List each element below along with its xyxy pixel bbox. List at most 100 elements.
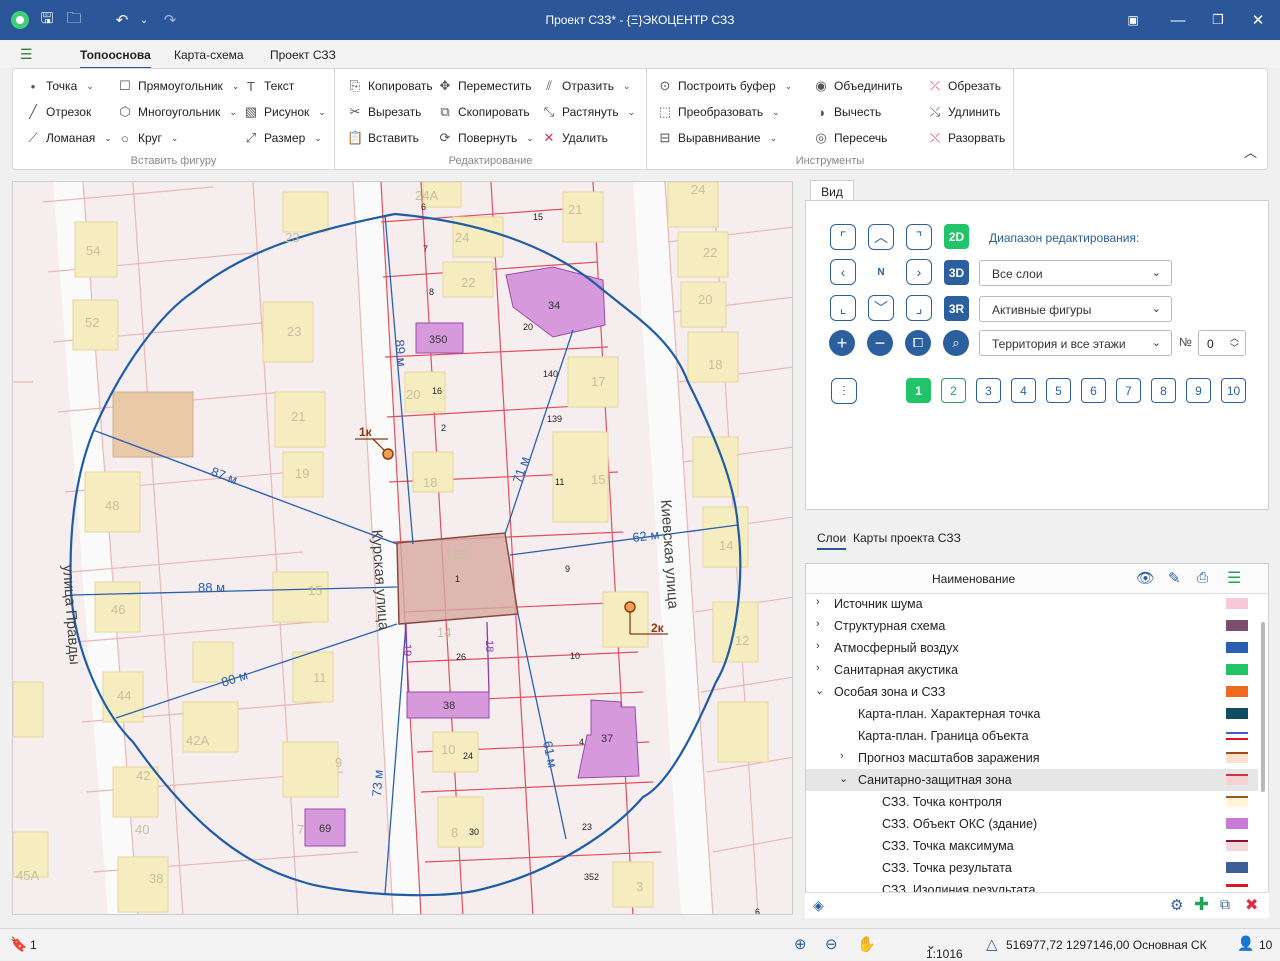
picture-button[interactable]: ▧ Рисунок ⌄	[243, 102, 326, 122]
rotate-bottom-left-button[interactable]: ⌞	[830, 295, 856, 321]
hand-pan-icon[interactable]: ✋	[857, 935, 876, 953]
layer-row[interactable]: Карта-план. Характерная точка	[806, 703, 1258, 725]
layer-row[interactable]: › Атмосферный воздух	[806, 637, 1258, 659]
page-6-button[interactable]: 6	[1081, 378, 1106, 403]
cut-button[interactable]: ✂ Вырезать	[347, 102, 422, 122]
chevron-down-icon[interactable]: ⌄	[815, 684, 824, 697]
page-2-button[interactable]: 2	[941, 378, 966, 403]
search-button[interactable]: ⌕	[943, 330, 969, 356]
rotate-bottom-right-button[interactable]: ⌟	[906, 295, 932, 321]
polyline-button[interactable]: ⟋ Ломаная ⌄	[25, 128, 111, 148]
territory-select[interactable]: Территория и все этажи ⌄	[979, 330, 1172, 356]
layer-row[interactable]: СЗЗ. Точка максимума	[806, 835, 1258, 857]
tab-project-maps[interactable]: Карты проекта СЗЗ	[853, 531, 961, 545]
window-menu-icon[interactable]: ▣	[1121, 8, 1145, 32]
delete-button[interactable]: ✕ Удалить	[541, 128, 608, 148]
chevron-right-icon[interactable]: ›	[816, 596, 820, 608]
rotate-button[interactable]: ⟳ Повернуть ⌄	[437, 128, 534, 148]
polygon-button[interactable]: ⬡ Многоугольник ⌄	[117, 102, 237, 122]
users-icon[interactable]: 👤	[1237, 935, 1254, 952]
layer-row[interactable]: › Источник шума	[806, 593, 1258, 615]
layer-row[interactable]: СЗЗ. Объект ОКС (здание)	[806, 813, 1258, 835]
restore-icon[interactable]: ❐	[1206, 8, 1230, 32]
move-button[interactable]: ✥ Переместить	[437, 76, 532, 96]
copy-button[interactable]: ⎘ Копировать	[347, 76, 433, 96]
paste-button[interactable]: 📋 Вставить	[347, 128, 419, 148]
minimize-icon[interactable]: —	[1166, 8, 1190, 32]
transform-button[interactable]: ⬚ Преобразовать ⌄	[657, 102, 780, 122]
page-4-button[interactable]: 4	[1011, 378, 1036, 403]
text-button[interactable]: T Текст	[243, 76, 294, 96]
tab-proekt-szz[interactable]: Проект СЗЗ	[270, 48, 336, 62]
layer-row[interactable]: СЗЗ. Точка контроля	[806, 791, 1258, 813]
pan-right-button[interactable]: ›	[906, 259, 932, 285]
tab-karta-shema[interactable]: Карта-схема	[174, 48, 244, 62]
pan-down-button[interactable]: ﹀	[868, 295, 894, 321]
pan-left-button[interactable]: ‹	[830, 259, 856, 285]
dimension-button[interactable]: ⤢ Размер ⌄	[243, 128, 322, 148]
page-1-button[interactable]: 1	[906, 378, 931, 403]
bookmark-icon[interactable]: 🔖	[10, 936, 27, 953]
stretch-button[interactable]: ⤡ Растянуть ⌄	[541, 102, 635, 122]
break-button[interactable]: ⤬ Разорвать	[927, 128, 1005, 148]
map-canvas[interactable]: 24А 6 15 21 24 24 7 54 23 22 22 8 34 20 …	[12, 181, 793, 915]
subtract-button[interactable]: ◑ Вычесть	[813, 102, 881, 122]
tab-view[interactable]: Вид	[810, 180, 854, 202]
layer-row[interactable]: ⌄ Особая зона и СЗЗ	[806, 681, 1258, 703]
eye-icon[interactable]: 👁	[1136, 569, 1155, 587]
equalizer-settings-button[interactable]: ⫶	[831, 378, 857, 404]
close-icon[interactable]: ✕	[1246, 8, 1270, 32]
layers-scope-select[interactable]: Все слои ⌄	[979, 260, 1172, 286]
point-button[interactable]: • Точка ⌄	[25, 76, 94, 96]
chevron-right-icon[interactable]: ›	[816, 662, 820, 674]
mode-3r-button[interactable]: 3R	[944, 296, 969, 321]
mode-2d-button[interactable]: 2D	[944, 224, 969, 249]
intersect-button[interactable]: ◎ Пересечь	[813, 128, 887, 148]
segment-button[interactable]: ╱ Отрезок	[25, 102, 91, 122]
collapse-ribbon-icon[interactable]: ︿	[1244, 142, 1257, 161]
tab-layers[interactable]: Слои	[817, 531, 847, 550]
chevron-right-icon[interactable]: ›	[816, 640, 820, 652]
circle-button[interactable]: ○ Круг ⌄	[117, 128, 178, 148]
add-layer-icon[interactable]: ✚	[1194, 894, 1209, 915]
zoom-in-icon[interactable]: ⊕	[794, 935, 807, 953]
rotate-top-right-button[interactable]: ⌝	[906, 224, 932, 250]
chevron-right-icon[interactable]: ›	[816, 618, 820, 630]
copy-layer-icon[interactable]: ⧉	[1220, 896, 1230, 913]
mirror-button[interactable]: ⫽ Отразить ⌄	[541, 76, 630, 96]
page-5-button[interactable]: 5	[1046, 378, 1071, 403]
union-button[interactable]: ◉ Объединить	[813, 76, 902, 96]
page-9-button[interactable]: 9	[1186, 378, 1211, 403]
page-3-button[interactable]: 3	[976, 378, 1001, 403]
fit-view-button[interactable]: ⧠	[905, 330, 931, 356]
mode-3d-button[interactable]: 3D	[944, 260, 969, 285]
build-buffer-button[interactable]: ⊙ Построить буфер ⌄	[657, 76, 793, 96]
map-svg[interactable]: 24А 6 15 21 24 24 7 54 23 22 22 8 34 20 …	[13, 182, 793, 915]
layer-row[interactable]: СЗЗ. Точка результата	[806, 857, 1258, 879]
zoom-in-button[interactable]: +	[829, 330, 855, 356]
align-button[interactable]: ⊟ Выравнивание ⌄	[657, 128, 778, 148]
printer-icon[interactable]: ⎙	[1197, 569, 1208, 586]
chevron-down-icon[interactable]: ⌄	[839, 772, 848, 785]
figures-scope-select[interactable]: Активные фигуры ⌄	[979, 296, 1172, 322]
pan-up-button[interactable]: ︿	[868, 224, 894, 250]
trim-button[interactable]: ⤫ Обрезать	[927, 76, 1001, 96]
layer-row-selected[interactable]: ⌄ Санитарно-защитная зона	[806, 769, 1258, 791]
north-button[interactable]: N	[868, 259, 894, 285]
settings-gear-icon[interactable]: ⚙	[1170, 896, 1183, 914]
layer-row[interactable]: Карта-план. Граница объекта	[806, 725, 1258, 747]
ribbon-menu-icon[interactable]: ☰	[20, 46, 33, 63]
layer-row[interactable]: › Санитарная акустика	[806, 659, 1258, 681]
layer-row[interactable]: › Прогноз масштабов заражения	[806, 747, 1258, 769]
layer-row[interactable]: › Структурная схема	[806, 615, 1258, 637]
page-7-button[interactable]: 7	[1116, 378, 1141, 403]
zoom-out-icon[interactable]: ⊖	[825, 935, 838, 953]
duplicate-button[interactable]: ⧉ Скопировать	[437, 102, 529, 122]
delete-layer-icon[interactable]: ✖	[1245, 895, 1258, 915]
scale-select[interactable]: 1:1016 ⌄	[926, 938, 963, 961]
layers-scrollbar[interactable]	[1261, 622, 1265, 792]
tab-topoosnova[interactable]: Топооснова	[80, 48, 151, 69]
rectangle-button[interactable]: ☐ Прямоугольник ⌄	[117, 76, 239, 96]
zoom-out-button[interactable]: −	[867, 330, 893, 356]
floor-stepper[interactable]: 0 ︿ ﹀	[1198, 330, 1246, 356]
